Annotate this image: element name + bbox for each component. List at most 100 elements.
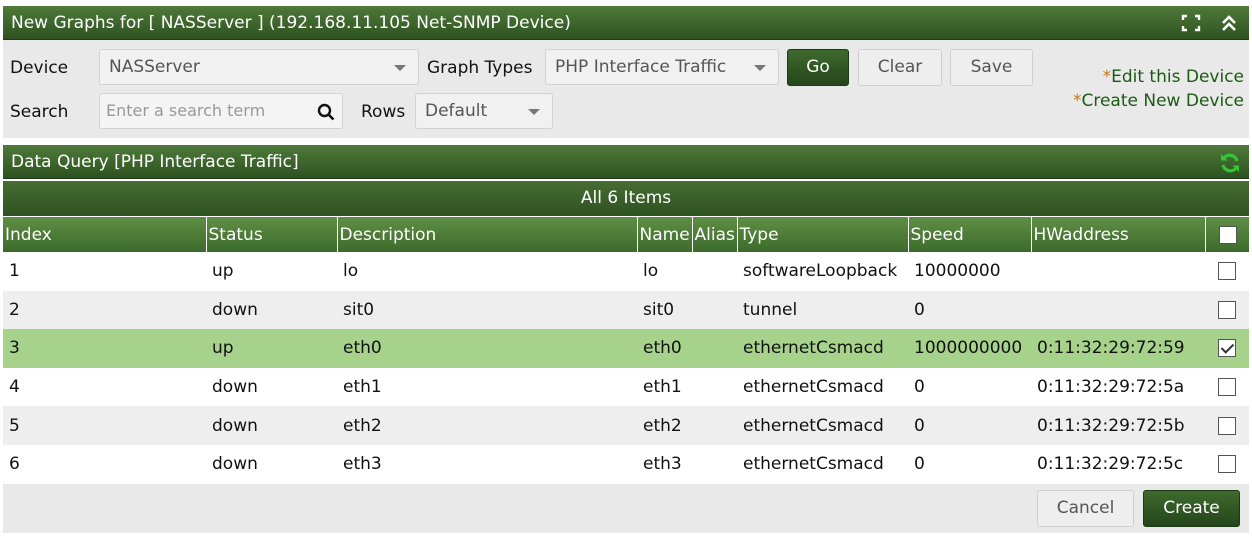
data-query-header: Data Query [PHP Interface Traffic] xyxy=(3,145,1249,179)
cell-name: eth0 xyxy=(637,329,692,368)
cell-hwaddress xyxy=(1031,252,1205,291)
page-title: New Graphs for [ NASServer ] (192.168.11… xyxy=(11,13,571,33)
table-row[interactable]: 6 down eth3 eth3 ethernetCsmacd 0 0:11:3… xyxy=(3,444,1249,484)
cell-speed: 0 xyxy=(908,367,1031,407)
create-button[interactable]: Create xyxy=(1143,490,1240,527)
chevron-down-icon xyxy=(394,65,406,71)
table-header-row: Index Status Description Name Alias Type… xyxy=(3,217,1249,252)
data-query-title: Data Query [PHP Interface Traffic] xyxy=(11,152,299,172)
edit-device-link[interactable]: *Edit this Device xyxy=(1103,67,1244,87)
row-checkbox[interactable] xyxy=(1218,416,1236,435)
cell-status: down xyxy=(206,367,337,407)
row-checkbox[interactable] xyxy=(1218,455,1236,474)
go-button[interactable]: Go xyxy=(787,49,849,86)
cell-name: eth3 xyxy=(637,444,692,484)
cell-type: ethernetCsmacd xyxy=(737,406,908,445)
cell-hwaddress xyxy=(1031,290,1205,330)
cell-status: up xyxy=(206,329,337,368)
device-select[interactable]: NASServer xyxy=(99,49,419,85)
cell-select xyxy=(1205,444,1249,484)
column-header-description[interactable]: Description xyxy=(337,217,638,252)
row-checkbox-checked[interactable] xyxy=(1218,339,1236,358)
cell-status: down xyxy=(206,444,337,484)
row-checkbox[interactable] xyxy=(1218,262,1236,281)
cell-alias xyxy=(692,444,737,484)
table-row[interactable]: 1 up lo lo softwareLoopback 10000000 xyxy=(3,252,1249,291)
cell-speed: 1000000000 xyxy=(908,329,1031,368)
column-header-speed[interactable]: Speed xyxy=(908,217,1032,252)
cell-name: lo xyxy=(637,252,692,291)
table-row-selected[interactable]: 3 up eth0 eth0 ethernetCsmacd 1000000000… xyxy=(3,329,1249,368)
column-header-name[interactable]: Name xyxy=(637,217,693,252)
cell-index: 1 xyxy=(3,252,206,291)
page-header: New Graphs for [ NASServer ] (192.168.11… xyxy=(3,6,1249,40)
cell-index: 3 xyxy=(3,329,206,368)
collapse-up-icon[interactable] xyxy=(1221,14,1237,32)
create-device-link[interactable]: *Create New Device xyxy=(1073,91,1244,111)
cell-speed: 0 xyxy=(908,444,1031,484)
chevron-down-icon xyxy=(528,109,540,115)
cell-speed: 10000000 xyxy=(908,252,1031,291)
device-select-value: NASServer xyxy=(109,57,200,77)
cell-description: lo xyxy=(337,252,637,291)
cell-select xyxy=(1205,367,1249,407)
fullscreen-icon[interactable] xyxy=(1181,14,1201,32)
clear-button[interactable]: Clear xyxy=(858,49,942,86)
cell-select xyxy=(1205,290,1249,330)
cell-type: ethernetCsmacd xyxy=(737,444,908,484)
cell-alias xyxy=(692,367,737,407)
column-header-index[interactable]: Index xyxy=(3,217,207,252)
cell-description: eth2 xyxy=(337,406,637,445)
cell-hwaddress: 0:11:32:29:72:5a xyxy=(1031,367,1205,407)
cell-type: ethernetCsmacd xyxy=(737,367,908,407)
save-button[interactable]: Save xyxy=(950,49,1033,86)
footer-bar: Cancel Create xyxy=(3,484,1249,533)
search-input[interactable] xyxy=(100,94,311,126)
graph-types-select-value: PHP Interface Traffic xyxy=(555,57,727,77)
rows-select[interactable]: Default xyxy=(415,93,553,129)
cell-alias xyxy=(692,329,737,368)
cell-speed: 0 xyxy=(908,406,1031,445)
row-checkbox[interactable] xyxy=(1218,300,1236,319)
rows-label: Rows xyxy=(361,102,406,122)
cell-index: 6 xyxy=(3,444,206,484)
cell-index: 2 xyxy=(3,290,206,330)
column-header-status[interactable]: Status xyxy=(206,217,338,252)
cancel-button[interactable]: Cancel xyxy=(1037,490,1134,527)
cell-alias xyxy=(692,406,737,445)
row-checkbox[interactable] xyxy=(1218,378,1236,397)
cell-hwaddress: 0:11:32:29:72:5c xyxy=(1031,444,1205,484)
table-row[interactable]: 4 down eth1 eth1 ethernetCsmacd 0 0:11:3… xyxy=(3,367,1249,407)
select-all-checkbox[interactable] xyxy=(1219,225,1238,244)
cell-speed: 0 xyxy=(908,290,1031,330)
column-header-alias[interactable]: Alias xyxy=(692,217,738,252)
cell-type: softwareLoopback xyxy=(737,252,908,291)
graph-types-select[interactable]: PHP Interface Traffic xyxy=(545,49,779,85)
cell-hwaddress: 0:11:32:29:72:5b xyxy=(1031,406,1205,445)
cell-select xyxy=(1205,406,1249,445)
filter-panel: Device NASServer Graph Types PHP Interfa… xyxy=(3,40,1249,138)
table-row[interactable]: 2 down sit0 sit0 tunnel 0 xyxy=(3,290,1249,330)
interfaces-table: Index Status Description Name Alias Type… xyxy=(3,217,1249,484)
cell-description: eth0 xyxy=(337,329,637,368)
table-row[interactable]: 5 down eth2 eth2 ethernetCsmacd 0 0:11:3… xyxy=(3,406,1249,445)
cell-type: tunnel xyxy=(737,290,908,330)
cell-type: ethernetCsmacd xyxy=(737,329,908,368)
cell-select xyxy=(1205,252,1249,291)
column-header-type[interactable]: Type xyxy=(737,217,909,252)
cell-alias xyxy=(692,290,737,330)
search-icon[interactable] xyxy=(317,103,335,125)
cell-description: sit0 xyxy=(337,290,637,330)
cell-description: eth1 xyxy=(337,367,637,407)
column-header-hwaddress[interactable]: HWaddress xyxy=(1031,217,1206,252)
cell-status: up xyxy=(206,252,337,291)
rows-select-value: Default xyxy=(425,101,488,121)
cell-hwaddress: 0:11:32:29:72:59 xyxy=(1031,329,1205,368)
cell-index: 4 xyxy=(3,367,206,407)
cell-status: down xyxy=(206,290,337,330)
device-label: Device xyxy=(10,58,69,78)
chevron-down-icon xyxy=(754,65,766,71)
cell-select xyxy=(1205,329,1249,368)
search-label: Search xyxy=(10,102,69,122)
cell-name: eth2 xyxy=(637,406,692,445)
